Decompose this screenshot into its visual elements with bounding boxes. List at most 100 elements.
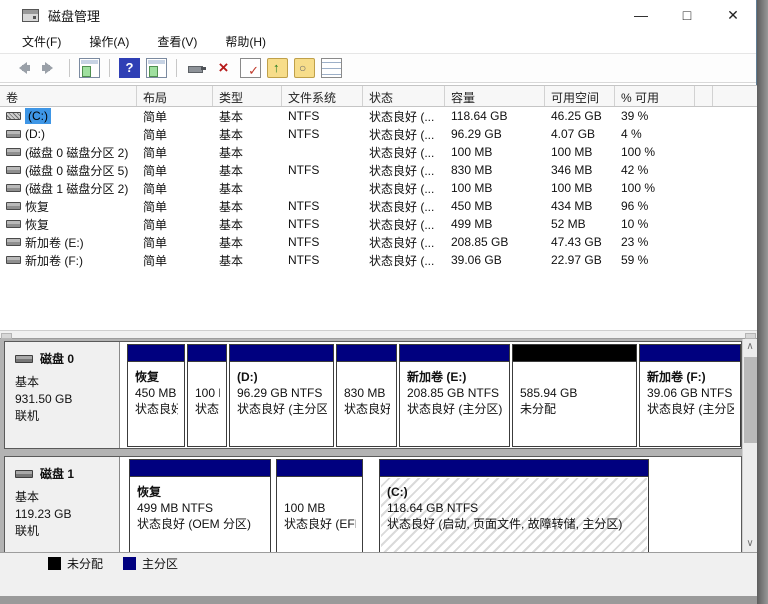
cell-type: 基本	[213, 126, 282, 143]
disk-name: 磁盘 1	[40, 465, 74, 482]
close-button[interactable]: ✕	[710, 0, 756, 30]
properties-check-icon[interactable]	[240, 58, 261, 78]
scroll-up-icon[interactable]: ∧	[743, 339, 757, 355]
disk-type: 基本	[15, 374, 119, 391]
disk-icon	[15, 470, 33, 478]
partition-block[interactable]: 100 MB 状态良好	[187, 344, 227, 447]
partition-block[interactable]: 恢复 499 MB NTFS 状态良好 (OEM 分区)	[129, 459, 271, 552]
folder-search-icon[interactable]	[294, 58, 315, 78]
show-console-tree-icon[interactable]	[79, 58, 100, 78]
table-row[interactable]: 新加卷 (E:) 简单 基本 NTFS 状态良好 (... 208.85 GB …	[0, 233, 757, 251]
partition-header	[640, 345, 740, 362]
unallocated-color-swatch	[48, 557, 61, 570]
volume-icon	[6, 112, 21, 120]
table-row[interactable]: 新加卷 (F:) 简单 基本 NTFS 状态良好 (... 39.06 GB 2…	[0, 251, 757, 269]
partition-header	[230, 345, 333, 362]
disk-1-info[interactable]: 磁盘 1 基本 119.23 GB 联机	[5, 457, 120, 552]
menu-help[interactable]: 帮助(H)	[215, 30, 276, 53]
cell-type: 基本	[213, 198, 282, 215]
disk-size: 931.50 GB	[15, 391, 119, 408]
table-header: 卷 布局 类型 文件系统 状态 容量 可用空间 % 可用	[0, 85, 757, 107]
cell-status: 状态良好 (...	[363, 126, 445, 143]
scrollbar-thumb[interactable]	[744, 357, 757, 443]
toolbar: ? ×	[0, 54, 756, 83]
column-header-volume[interactable]: 卷	[0, 86, 137, 106]
column-header-capacity[interactable]: 容量	[445, 86, 545, 106]
cell-status: 状态良好 (...	[363, 234, 445, 251]
checklist-icon[interactable]	[321, 58, 342, 78]
disk-0-info[interactable]: 磁盘 0 基本 931.50 GB 联机	[5, 342, 120, 448]
cell-capacity: 118.64 GB	[445, 109, 545, 123]
delete-icon[interactable]: ×	[213, 58, 234, 78]
horizontal-scrollbar[interactable]	[0, 330, 757, 339]
back-icon[interactable]	[12, 58, 33, 78]
unallocated-header	[513, 345, 636, 362]
partition-block[interactable]: 100 MB 状态良好 (EFI 系统分区)	[276, 459, 363, 552]
cell-free: 52 MB	[545, 217, 615, 231]
column-header-filesystem[interactable]: 文件系统	[282, 86, 363, 106]
menu-action[interactable]: 操作(A)	[79, 30, 139, 53]
table-row[interactable]: 恢复 简单 基本 NTFS 状态良好 (... 450 MB 434 MB 96…	[0, 197, 757, 215]
cell-free: 46.25 GB	[545, 109, 615, 123]
partition-status: 状态良好 (主分区)	[407, 401, 503, 417]
partition-header	[337, 345, 396, 362]
cell-status: 状态良好 (...	[363, 180, 445, 197]
disk-management-icon	[22, 9, 39, 22]
cell-layout: 简单	[137, 252, 213, 269]
partition-block-selected[interactable]: (C:) 118.64 GB NTFS 状态良好 (启动, 页面文件, 故障转储…	[379, 459, 649, 552]
cell-type: 基本	[213, 252, 282, 269]
table-row[interactable]: (D:) 简单 基本 NTFS 状态良好 (... 96.29 GB 4.07 …	[0, 125, 757, 143]
partition-block[interactable]: 恢复 450 MB 状态良好	[127, 344, 185, 447]
folder-up-icon[interactable]	[267, 58, 288, 78]
partition-size: 585.94 GB	[520, 385, 630, 401]
forward-icon[interactable]	[39, 58, 60, 78]
column-header-pctfree[interactable]: % 可用	[615, 86, 695, 106]
partition-name: (D:)	[237, 369, 327, 385]
show-action-pane-icon[interactable]	[146, 58, 167, 78]
unallocated-block[interactable]: 585.94 GB 未分配	[512, 344, 637, 447]
desktop-edge-bottom	[0, 596, 757, 604]
menu-view[interactable]: 查看(V)	[147, 30, 207, 53]
help-icon[interactable]: ?	[119, 58, 140, 78]
menu-bar: 文件(F) 操作(A) 查看(V) 帮助(H)	[0, 30, 756, 54]
menu-file[interactable]: 文件(F)	[12, 30, 71, 53]
column-header-type[interactable]: 类型	[213, 86, 282, 106]
column-header-layout[interactable]: 布局	[137, 86, 213, 106]
disk-type: 基本	[15, 489, 119, 506]
cell-pct: 10 %	[615, 217, 695, 231]
volume-name: 新加卷 (E:)	[25, 234, 84, 251]
table-row[interactable]: (磁盘 0 磁盘分区 2) 简单 基本 状态良好 (... 100 MB 100…	[0, 143, 757, 161]
cell-free: 346 MB	[545, 163, 615, 177]
partition-size: 100 MB	[195, 385, 220, 401]
cell-capacity: 96.29 GB	[445, 127, 545, 141]
minimize-button[interactable]: —	[618, 0, 664, 30]
partition-block[interactable]: (D:) 96.29 GB NTFS 状态良好 (主分区)	[229, 344, 334, 447]
legend-unallocated-label: 未分配	[67, 555, 103, 572]
cell-fs: NTFS	[282, 199, 363, 213]
maximize-button[interactable]: □	[664, 0, 710, 30]
rescan-tool-icon[interactable]	[186, 58, 207, 78]
partition-size: 118.64 GB NTFS	[387, 500, 642, 516]
partition-block[interactable]: 830 MB 状态良好	[336, 344, 397, 447]
cell-free: 22.97 GB	[545, 253, 615, 267]
cell-type: 基本	[213, 234, 282, 251]
volume-icon	[6, 166, 21, 174]
column-header-status[interactable]: 状态	[363, 86, 445, 106]
vertical-scrollbar[interactable]: ∧ ∨	[742, 339, 757, 552]
volume-name: (D:)	[25, 127, 45, 141]
column-header-blank	[695, 86, 713, 106]
desktop-edge-right	[757, 0, 768, 604]
partition-size: 100 MB	[284, 500, 356, 516]
column-header-free[interactable]: 可用空间	[545, 86, 615, 106]
table-row[interactable]: (C:) 简单 基本 NTFS 状态良好 (... 118.64 GB 46.2…	[0, 107, 757, 125]
table-row[interactable]: 恢复 简单 基本 NTFS 状态良好 (... 499 MB 52 MB 10 …	[0, 215, 757, 233]
scroll-down-icon[interactable]: ∨	[743, 536, 757, 552]
partition-block[interactable]: 新加卷 (E:) 208.85 GB NTFS 状态良好 (主分区)	[399, 344, 510, 447]
volume-name: (磁盘 1 磁盘分区 2)	[25, 180, 128, 197]
table-row[interactable]: (磁盘 0 磁盘分区 5) 简单 基本 NTFS 状态良好 (... 830 M…	[0, 161, 757, 179]
partition-block[interactable]: 新加卷 (F:) 39.06 GB NTFS 状态良好 (主分区)	[639, 344, 741, 447]
volume-name: (磁盘 0 磁盘分区 5)	[25, 162, 128, 179]
table-row[interactable]: (磁盘 1 磁盘分区 2) 简单 基本 状态良好 (... 100 MB 100…	[0, 179, 757, 197]
cell-fs: NTFS	[282, 109, 363, 123]
cell-capacity: 450 MB	[445, 199, 545, 213]
